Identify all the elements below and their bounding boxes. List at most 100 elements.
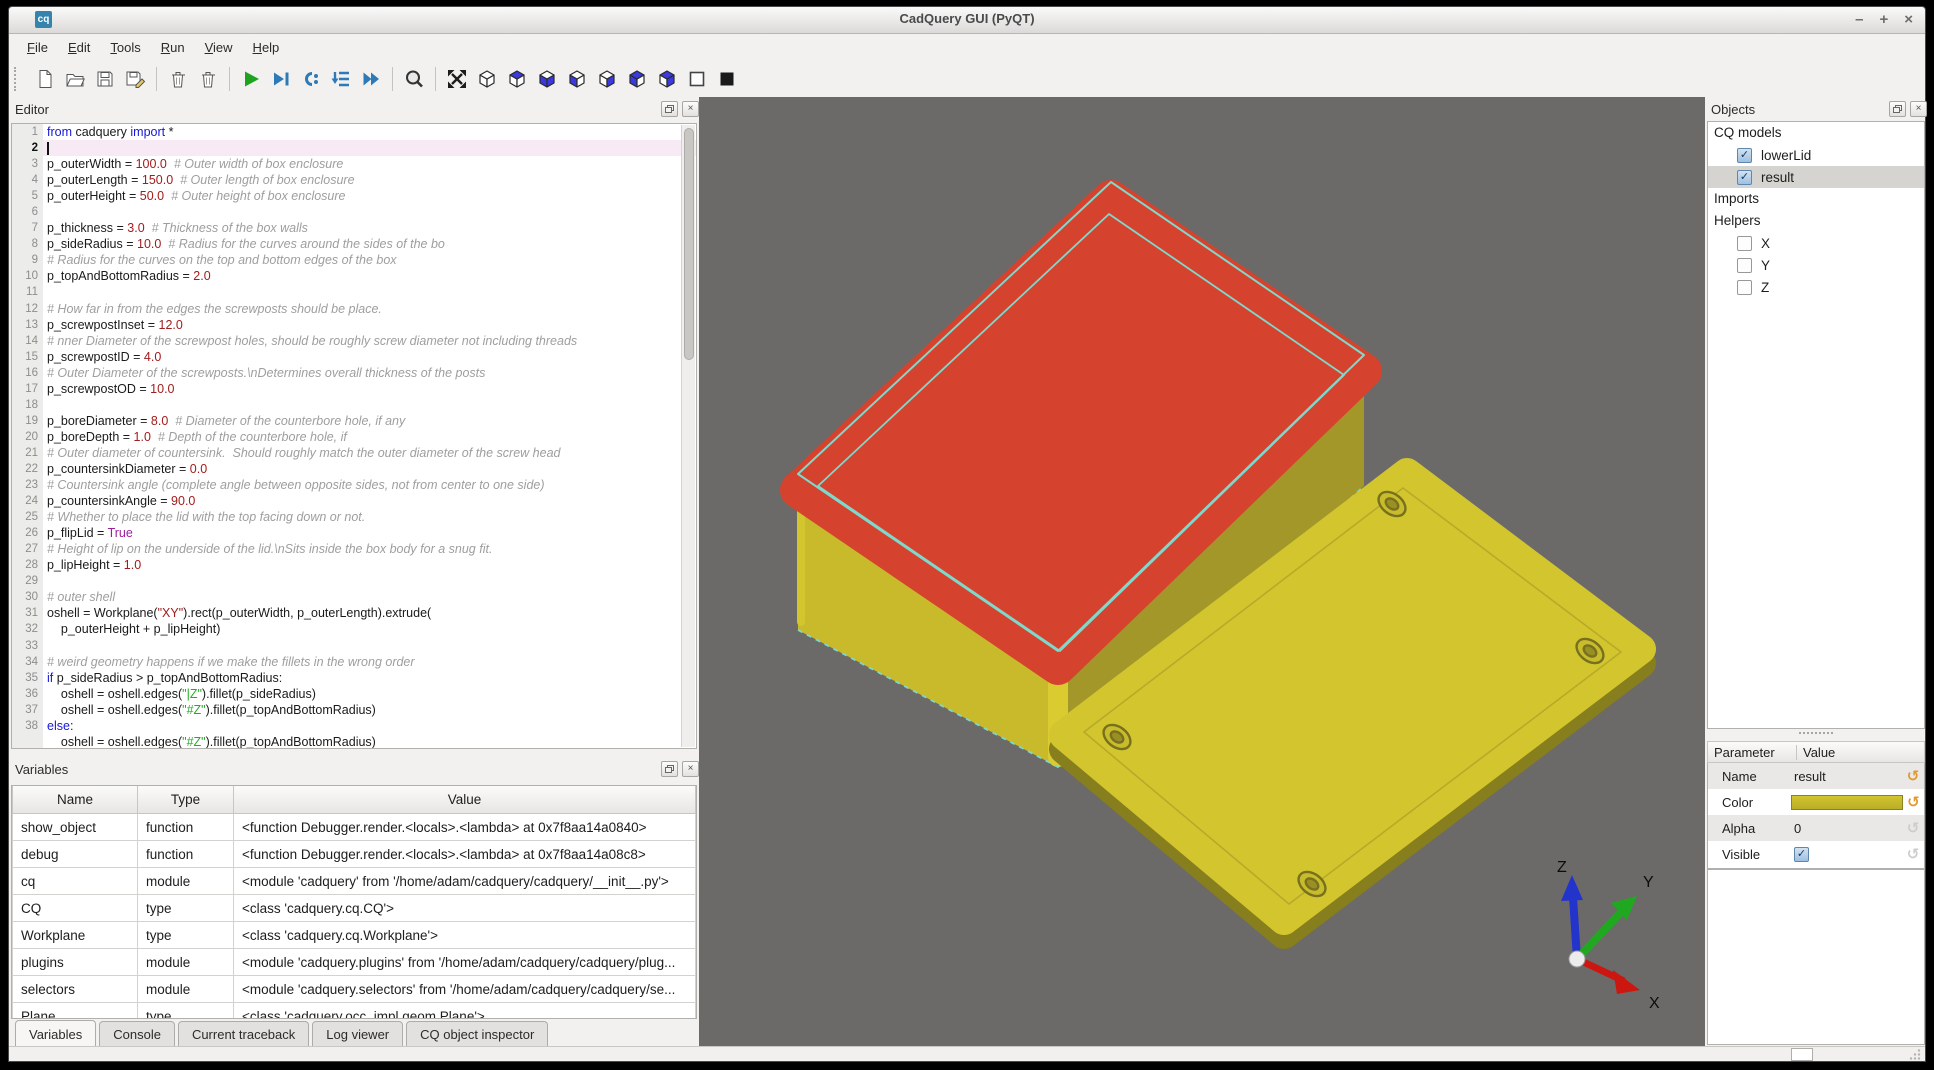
code-line[interactable]: 5p_outerHeight = 50.0 # Outer height of …	[12, 188, 696, 204]
resize-grip-icon[interactable]	[1908, 1048, 1922, 1060]
code-editor[interactable]: 1from cadquery import *23p_outerWidth = …	[11, 123, 697, 749]
splitter-handle[interactable]	[1799, 732, 1833, 739]
editor-scrollbar-handle[interactable]	[684, 128, 694, 360]
checkbox-lowerlid[interactable]: ✓	[1737, 148, 1752, 163]
tree-group-imports[interactable]: Imports	[1708, 188, 1924, 210]
menu-tools[interactable]: Tools	[100, 36, 150, 59]
minimize-button[interactable]: –	[1855, 9, 1863, 31]
table-row[interactable]: cqmodule<module 'cadquery' from '/home/a…	[13, 868, 696, 895]
code-line[interactable]: 36 oshell = oshell.edges("|Z").fillet(p_…	[12, 686, 696, 702]
run-icon[interactable]	[238, 66, 264, 92]
code-line[interactable]: 17p_screwpostOD = 10.0	[12, 381, 696, 397]
view-bottom-icon[interactable]	[534, 66, 560, 92]
code-line[interactable]: 18	[12, 397, 696, 413]
code-line[interactable]: 6	[12, 204, 696, 220]
code-line[interactable]: 35if p_sideRadius > p_topAndBottomRadius…	[12, 670, 696, 686]
view-back-icon[interactable]	[594, 66, 620, 92]
maximize-button[interactable]: +	[1879, 9, 1888, 31]
code-line[interactable]: 3p_outerWidth = 100.0 # Outer width of b…	[12, 156, 696, 172]
menu-edit[interactable]: Edit	[58, 36, 100, 59]
menu-help[interactable]: Help	[243, 36, 290, 59]
undo-icon[interactable]: ↺	[1902, 767, 1924, 785]
undo-icon[interactable]: ↺	[1902, 845, 1924, 863]
toolbar-grip[interactable]	[14, 67, 21, 91]
undo-icon[interactable]: ↺	[1902, 819, 1924, 837]
code-line[interactable]: 24p_countersinkAngle = 90.0	[12, 493, 696, 509]
tree-group-helpers[interactable]: Helpers	[1708, 210, 1924, 232]
code-line[interactable]: 33	[12, 638, 696, 654]
table-row[interactable]: pluginsmodule<module 'cadquery.plugins' …	[13, 949, 696, 976]
tree-item-z[interactable]: Z	[1708, 276, 1924, 298]
tab-log-viewer[interactable]: Log viewer	[312, 1021, 403, 1049]
code-line[interactable]: 37 oshell = oshell.edges("#Z").fillet(p_…	[12, 702, 696, 718]
code-line[interactable]: 2	[12, 140, 696, 156]
step-icon[interactable]	[298, 66, 324, 92]
table-row[interactable]: Workplanetype<class 'cadquery.cq.Workpla…	[13, 922, 696, 949]
tab-current-traceback[interactable]: Current traceback	[178, 1021, 309, 1049]
close-button[interactable]: ×	[1904, 9, 1913, 31]
menu-view[interactable]: View	[195, 36, 243, 59]
tree-item-y[interactable]: Y	[1708, 254, 1924, 276]
tree-item-x[interactable]: X	[1708, 232, 1924, 254]
save-icon[interactable]	[92, 66, 118, 92]
wireframe-view-icon[interactable]	[684, 66, 710, 92]
code-line[interactable]: 15p_screwpostID = 4.0	[12, 349, 696, 365]
checkbox-result[interactable]: ✓	[1737, 170, 1752, 185]
continue-icon[interactable]	[358, 66, 384, 92]
view-right-icon[interactable]	[654, 66, 680, 92]
code-line[interactable]: 31oshell = Workplane("XY").rect(p_outerW…	[12, 605, 696, 621]
delete-icon[interactable]	[195, 66, 221, 92]
float-icon[interactable]	[661, 101, 678, 117]
shaded-view-icon[interactable]	[714, 66, 740, 92]
tab-cq-object-inspector[interactable]: CQ object inspector	[406, 1021, 548, 1049]
tab-console[interactable]: Console	[99, 1021, 175, 1049]
tree-item-lowerlid[interactable]: ✓lowerLid	[1708, 144, 1924, 166]
code-line[interactable]: 4p_outerLength = 150.0 # Outer length of…	[12, 172, 696, 188]
view-left-icon[interactable]	[624, 66, 650, 92]
viewport-3d[interactable]: Z Y X	[699, 97, 1705, 1049]
column-header-name[interactable]: Name	[13, 786, 138, 814]
view-top-icon[interactable]	[504, 66, 530, 92]
checkbox-x[interactable]	[1737, 236, 1752, 251]
tree-group-cq-models[interactable]: CQ models	[1708, 122, 1924, 144]
float-icon[interactable]	[1889, 101, 1906, 117]
code-line[interactable]: 25# Whether to place the lid with the to…	[12, 509, 696, 525]
save-as-icon[interactable]	[122, 66, 148, 92]
code-line[interactable]: oshell = oshell.edges("#Z").fillet(p_top…	[12, 734, 696, 749]
code-line[interactable]: 8p_sideRadius = 10.0 # Radius for the cu…	[12, 236, 696, 252]
code-line[interactable]: 19p_boreDiameter = 8.0 # Diameter of the…	[12, 413, 696, 429]
code-line[interactable]: 27# Height of lip on the underside of th…	[12, 541, 696, 557]
checkbox-y[interactable]	[1737, 258, 1752, 273]
code-line[interactable]: 16# Outer Diameter of the screwposts.\nD…	[12, 365, 696, 381]
clear-icon[interactable]	[165, 66, 191, 92]
code-line[interactable]: 26p_flipLid = True	[12, 525, 696, 541]
code-line[interactable]: 14# nner Diameter of the screwpost holes…	[12, 333, 696, 349]
menu-file[interactable]: File	[17, 36, 58, 59]
code-line[interactable]: 12# How far in from the edges the screwp…	[12, 301, 696, 317]
table-row[interactable]: Planetype<class 'cadquery.occ_impl.geom.…	[13, 1003, 696, 1020]
code-line[interactable]: 11	[12, 284, 696, 300]
debug-icon[interactable]	[268, 66, 294, 92]
code-line[interactable]: 10p_topAndBottomRadius = 2.0	[12, 268, 696, 284]
open-file-icon[interactable]	[62, 66, 88, 92]
code-line[interactable]: 9# Radius for the curves on the top and …	[12, 252, 696, 268]
view-iso-icon[interactable]	[474, 66, 500, 92]
code-line[interactable]: 7p_thickness = 3.0 # Thickness of the bo…	[12, 220, 696, 236]
code-line[interactable]: 34# weird geometry happens if we make th…	[12, 654, 696, 670]
close-icon[interactable]: ×	[682, 101, 699, 117]
table-row[interactable]: show_objectfunction<function Debugger.re…	[13, 814, 696, 841]
code-line[interactable]: 23# Countersink angle (complete angle be…	[12, 477, 696, 493]
code-line[interactable]: 28p_lipHeight = 1.0	[12, 557, 696, 573]
float-icon[interactable]	[661, 761, 678, 777]
code-line[interactable]: 20p_boreDepth = 1.0 # Depth of the count…	[12, 429, 696, 445]
search-icon[interactable]	[401, 66, 427, 92]
code-line[interactable]: 13p_screwpostInset = 12.0	[12, 317, 696, 333]
fit-view-icon[interactable]	[444, 66, 470, 92]
status-bar-button[interactable]	[1791, 1048, 1813, 1061]
code-line[interactable]: 21# Outer diameter of countersink. Shoul…	[12, 445, 696, 461]
table-row[interactable]: debugfunction<function Debugger.render.<…	[13, 841, 696, 868]
menu-run[interactable]: Run	[151, 36, 195, 59]
new-file-icon[interactable]	[32, 66, 58, 92]
color-swatch[interactable]	[1791, 795, 1903, 810]
tab-variables[interactable]: Variables	[15, 1020, 96, 1049]
